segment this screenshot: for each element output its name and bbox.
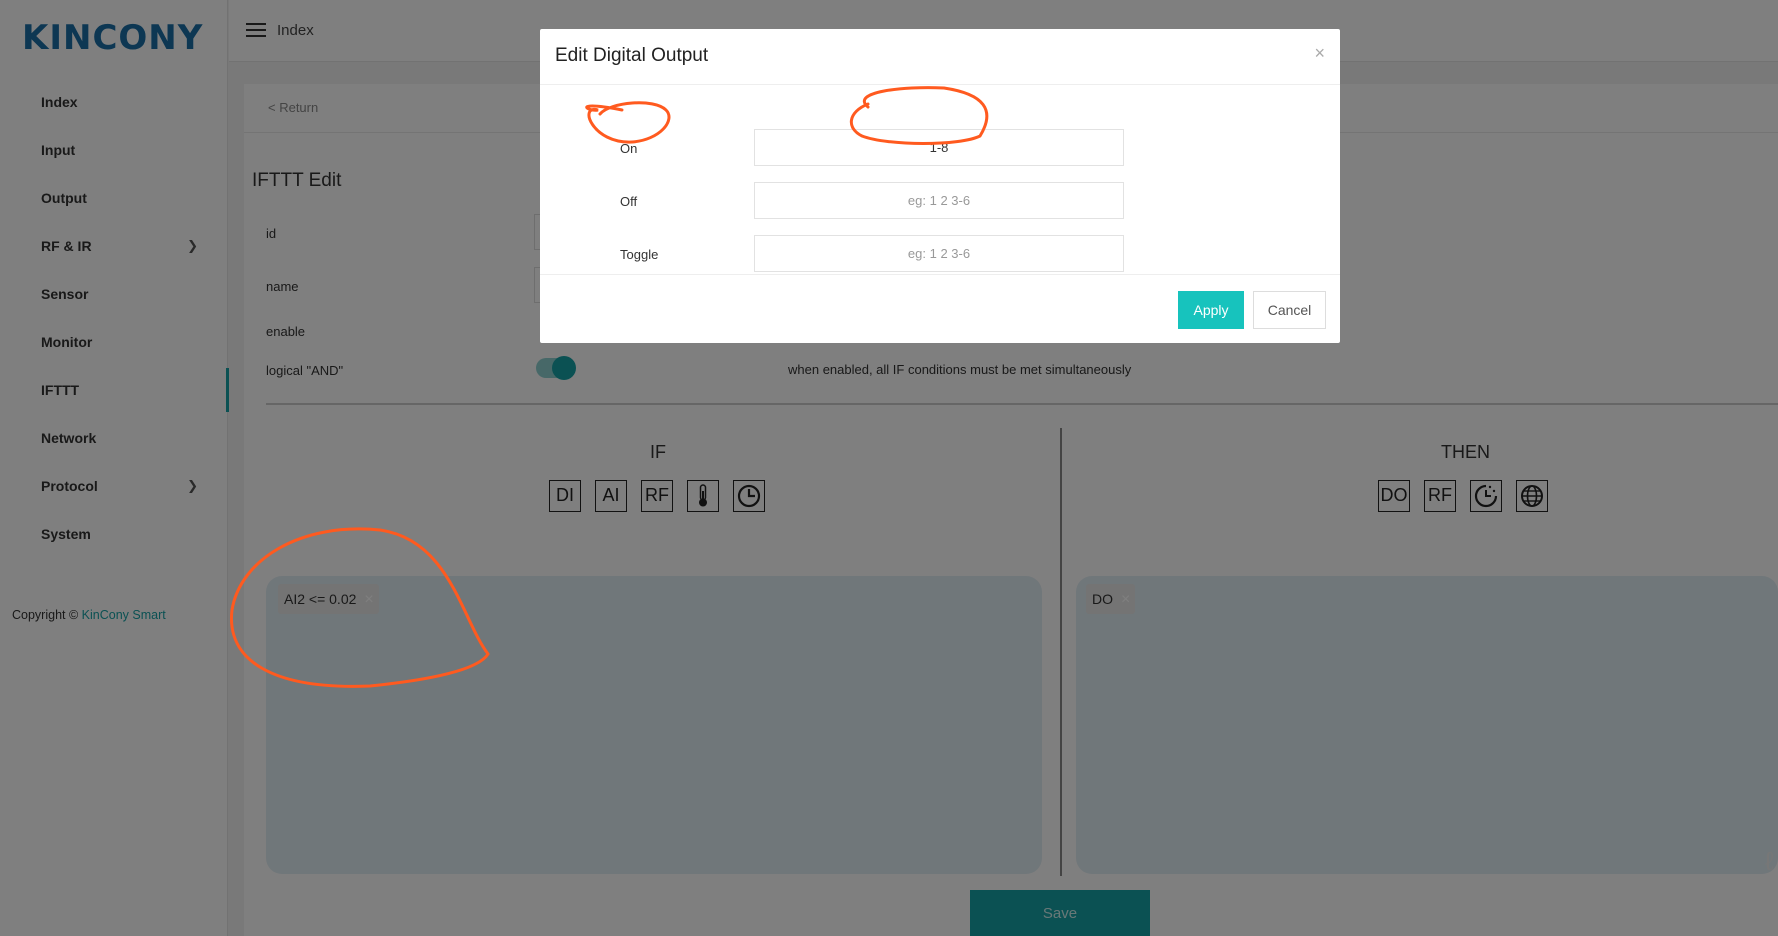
modal-title: Edit Digital Output [555,45,709,66]
modal-footer-divider [540,274,1340,275]
on-label: On [620,141,638,156]
toggle-label: Toggle [620,247,659,262]
on-input[interactable] [754,129,1124,166]
apply-button[interactable]: Apply [1178,291,1244,329]
cancel-button[interactable]: Cancel [1253,291,1326,329]
edit-digital-output-modal: Edit Digital Output × On Off Toggle Appl… [540,29,1340,343]
close-icon[interactable]: × [1314,43,1325,64]
off-input[interactable] [754,182,1124,219]
off-label: Off [620,194,638,209]
modal-header: Edit Digital Output × [540,29,1340,85]
toggle-input[interactable] [754,235,1124,272]
